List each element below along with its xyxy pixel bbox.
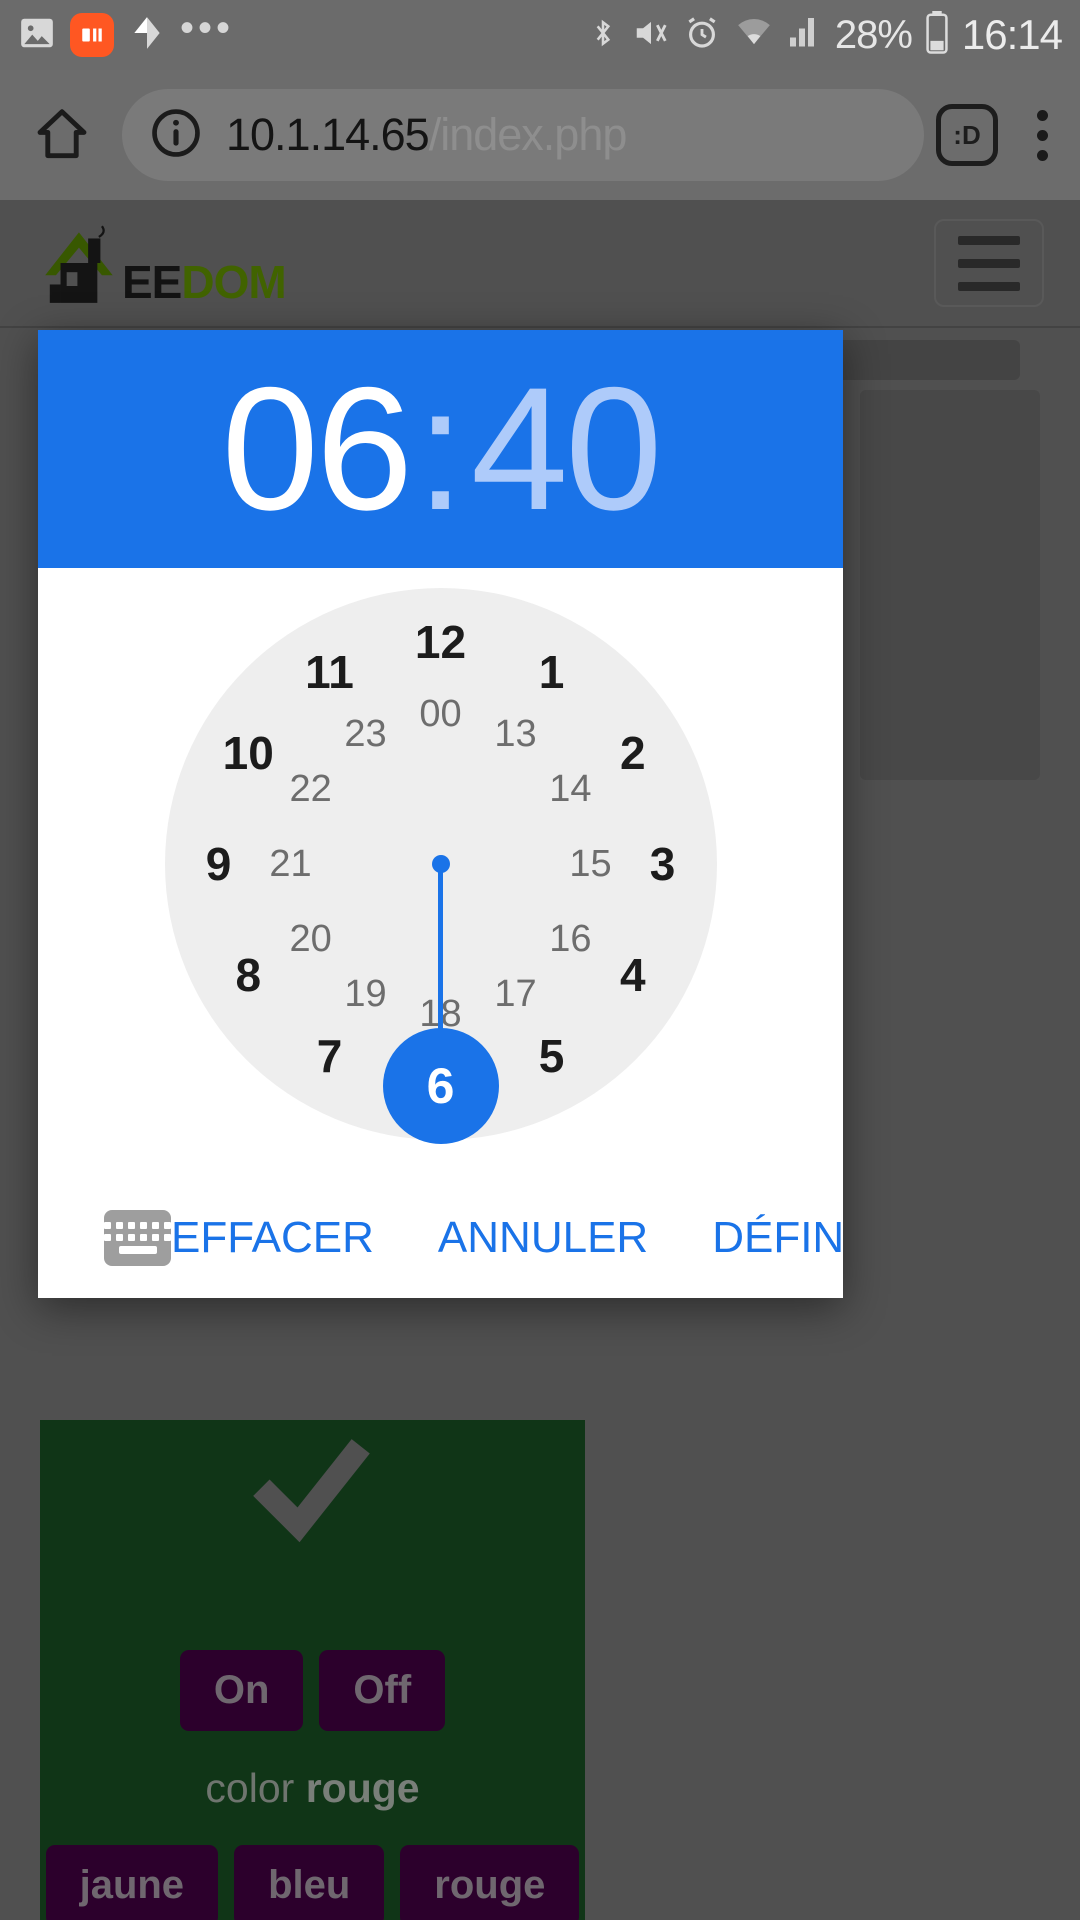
clock-number-23[interactable]: 23 <box>344 715 386 753</box>
clock-center-dot <box>431 855 450 873</box>
clock-selected-value[interactable]: 6 <box>382 1028 499 1144</box>
address-bar[interactable]: 10.1.14.65/index.php <box>122 89 924 181</box>
keyboard-icon[interactable] <box>104 1210 171 1266</box>
clock-number-11[interactable]: 11 <box>305 649 354 695</box>
clock-number-4[interactable]: 4 <box>620 952 646 998</box>
hours-value[interactable]: 06 <box>222 362 414 537</box>
minutes-value[interactable]: 40 <box>471 362 663 537</box>
mi-app-icon <box>70 13 114 57</box>
browser-toolbar: 10.1.14.65/index.php :D <box>0 70 1080 200</box>
time-picker-header: 06 : 40 <box>38 330 843 568</box>
tab-switcher-button[interactable]: :D <box>936 104 998 166</box>
clock-number-19[interactable]: 19 <box>344 975 386 1013</box>
clear-button[interactable]: EFFACER <box>171 1213 374 1263</box>
clock-number-15[interactable]: 15 <box>569 845 611 883</box>
info-circle-icon[interactable] <box>148 105 204 166</box>
wifi-icon <box>733 14 775 57</box>
url-text[interactable]: 10.1.14.65/index.php <box>226 109 628 161</box>
keyboard-key-row <box>104 1222 171 1229</box>
vibrate-mute-icon <box>631 14 671 57</box>
alarm-icon <box>683 14 721 57</box>
keyboard-spacebar <box>118 1246 157 1254</box>
clock-face[interactable]: 1212345678910110013141516171819202122236 <box>164 588 717 1144</box>
more-notifications-icon: ••• <box>180 6 235 50</box>
image-icon <box>18 14 56 57</box>
battery-icon <box>924 10 950 60</box>
clock-number-21[interactable]: 21 <box>269 845 311 883</box>
screen: ••• 28% 16:14 10.1.14.65/index.php:D EE… <box>0 0 1080 1920</box>
clock-number-10[interactable]: 10 <box>223 730 274 776</box>
status-bar-right: 28% 16:14 <box>587 10 1080 60</box>
clock-number-5[interactable]: 5 <box>539 1033 565 1079</box>
time-display: 06 : 40 <box>222 351 663 547</box>
confirm-button[interactable]: DÉFINIR <box>712 1213 843 1263</box>
clock-number-3[interactable]: 3 <box>650 841 676 887</box>
bluetooth-icon <box>587 13 619 58</box>
clock-number-9[interactable]: 9 <box>206 841 232 887</box>
clock-number-00[interactable]: 00 <box>419 695 461 733</box>
cellular-signal-icon <box>787 14 823 57</box>
time-picker-actions: EFFACER ANNULER DÉFINIR <box>38 1178 843 1298</box>
keyboard-key-row <box>104 1234 171 1241</box>
status-bar-clock: 16:14 <box>961 11 1063 58</box>
clock-number-7[interactable]: 7 <box>317 1033 343 1079</box>
clock-number-13[interactable]: 13 <box>494 715 536 753</box>
time-picker-dialog: 06 : 40 12123456789101100131415161718192… <box>38 330 843 1298</box>
url-host: 10.1.14.65 <box>226 109 430 160</box>
clock-number-16[interactable]: 16 <box>549 920 591 958</box>
status-bar-left: ••• <box>0 6 235 57</box>
home-button[interactable] <box>14 104 110 166</box>
clock-number-17[interactable]: 17 <box>494 975 536 1013</box>
clock-number-22[interactable]: 22 <box>289 770 331 808</box>
clock-number-8[interactable]: 8 <box>235 952 261 998</box>
clock-number-2[interactable]: 2 <box>620 730 646 776</box>
time-separator: : <box>416 351 465 547</box>
cancel-button[interactable]: ANNULER <box>438 1213 648 1263</box>
clock-number-14[interactable]: 14 <box>549 770 591 808</box>
clock-number-20[interactable]: 20 <box>289 920 331 958</box>
kebab-menu-icon[interactable] <box>1004 109 1080 161</box>
clock-number-1[interactable]: 1 <box>539 649 565 695</box>
location-icon <box>128 14 166 57</box>
time-picker-body: 1212345678910110013141516171819202122236 <box>38 568 843 1178</box>
clock-number-12[interactable]: 12 <box>415 619 466 665</box>
battery-percent-label: 28% <box>834 12 913 57</box>
url-path: /index.php <box>428 109 628 160</box>
status-bar: ••• 28% 16:14 <box>0 0 1080 70</box>
